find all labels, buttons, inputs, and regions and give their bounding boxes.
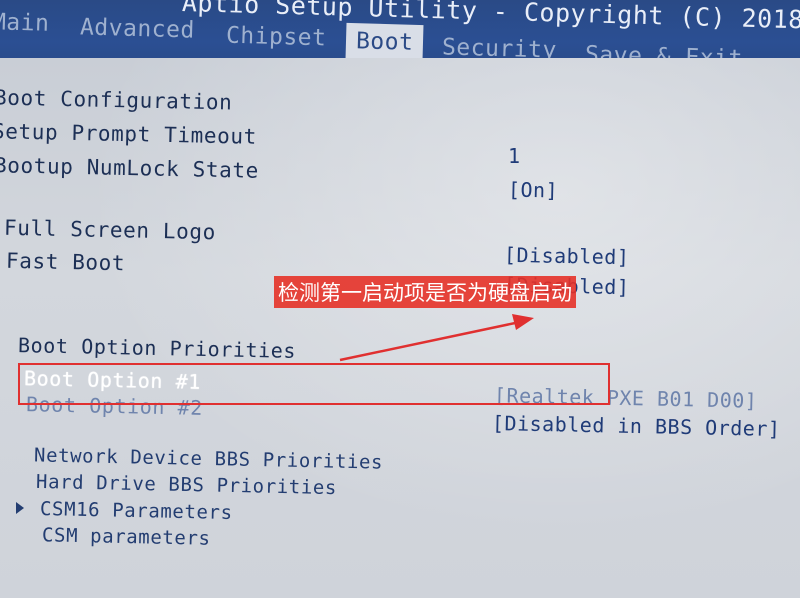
submenu-pointer-icon bbox=[16, 502, 24, 514]
tab-advanced[interactable]: Advanced bbox=[80, 14, 195, 43]
submenu-csm-parameters[interactable]: CSM parameters bbox=[42, 524, 211, 550]
tab-chipset[interactable]: Chipset bbox=[226, 23, 327, 52]
setup-prompt-timeout-value[interactable]: 1 bbox=[508, 144, 521, 168]
tab-boot[interactable]: Boot bbox=[345, 22, 424, 62]
bootup-numlock-value[interactable]: [On] bbox=[508, 177, 559, 202]
full-screen-logo-value[interactable]: [Disabled] bbox=[504, 243, 630, 270]
bios-screen: Aptio Setup Utility - Copyright (C) 2018… bbox=[0, 0, 800, 598]
section-title-boot-configuration: Boot Configuration bbox=[0, 85, 233, 115]
title-bar: Aptio Setup Utility - Copyright (C) 2018… bbox=[0, 0, 800, 72]
annotation-label: 检测第一启动项是否为硬盘启动 bbox=[274, 276, 576, 308]
fast-boot-label[interactable]: Fast Boot bbox=[6, 249, 126, 275]
annotation-highlight-box bbox=[18, 363, 610, 405]
submenu-csm16-parameters[interactable]: CSM16 Parameters bbox=[40, 498, 233, 524]
tab-main[interactable]: Main bbox=[0, 9, 50, 37]
full-screen-logo-label[interactable]: Full Screen Logo bbox=[4, 216, 216, 244]
